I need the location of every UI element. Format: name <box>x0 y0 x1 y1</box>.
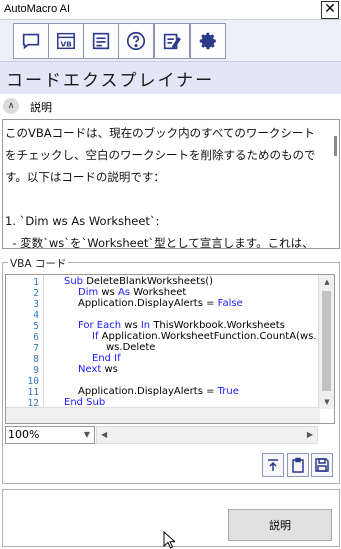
line-number-gutter: 1 2 3 4 5 6 7 8 9 10 11 12 <box>6 275 44 409</box>
close-icon[interactable]: ✕ <box>321 1 339 19</box>
code-token: ws <box>101 287 118 298</box>
code-token: Application.DisplayAlerts = <box>78 298 218 309</box>
code-token: End If <box>92 353 121 364</box>
explanation-header-label: 説明 <box>30 101 52 114</box>
code-token: ThisWorkbook.Worksheets <box>153 320 285 331</box>
code-token: DeleteBlankWorksheets() <box>86 276 214 287</box>
line-number: 9 <box>33 365 39 376</box>
checklist-icon[interactable] <box>154 23 190 59</box>
code-line-1: Sub DeleteBlankWorksheets() <box>64 276 213 287</box>
line-number: 5 <box>33 321 39 332</box>
code-token: Next <box>78 364 105 375</box>
code-line-5: For Each ws In ThisWorkbook.Worksheets <box>78 320 285 331</box>
vb-icon[interactable]: VB <box>48 23 84 59</box>
save-icon <box>315 458 329 472</box>
page-title: コードエクスプレイナー <box>6 71 215 91</box>
code-token: For Each <box>78 320 125 331</box>
line-number: 8 <box>33 354 39 365</box>
code-line-11: Application.DisplayAlerts = True <box>78 386 239 397</box>
zoom-row: 100% ▼ ◀ ▶ <box>5 426 335 444</box>
scroll-right-icon[interactable]: ▶ <box>307 427 313 443</box>
chat-icon[interactable] <box>13 23 49 59</box>
code-token: ws.Delete <box>106 342 156 353</box>
line-number: 7 <box>33 343 39 354</box>
horizontal-scrollbar[interactable]: ◀ ▶ <box>96 426 318 444</box>
scroll-up-icon[interactable]: ▲ <box>319 275 334 289</box>
code-token: As <box>117 287 134 298</box>
code-line-9: Next ws <box>78 364 118 375</box>
code-token: In <box>140 320 154 331</box>
vba-code-legend: VBA コード <box>8 256 69 271</box>
scroll-left-icon[interactable]: ◀ <box>101 427 107 443</box>
code-line-3: Application.DisplayAlerts = False <box>78 298 243 309</box>
code-token: Application.WorksheetFunction.CountA(ws. <box>101 331 317 342</box>
insert-icon <box>268 459 278 471</box>
scroll-thumb[interactable] <box>322 291 331 391</box>
line-number: 2 <box>33 288 39 299</box>
code-token: True <box>217 386 239 397</box>
code-line-6: If Application.WorksheetFunction.CountA(… <box>92 331 317 342</box>
code-horizontal-scrollbar[interactable] <box>6 407 320 423</box>
line-number: 3 <box>33 299 39 310</box>
app-title-bar: コードエクスプレイナー <box>0 62 341 94</box>
code-line-7: ws.Delete <box>106 342 155 353</box>
code-line-8: End If <box>92 353 121 364</box>
code-editor[interactable]: 1 2 3 4 5 6 7 8 9 10 11 12 Sub DeleteBla… <box>5 274 335 424</box>
line-number: 10 <box>27 376 39 387</box>
code-token: If <box>92 331 102 342</box>
window-title: AutoMacro AI <box>4 3 71 15</box>
line-number: 6 <box>33 332 39 343</box>
explanation-header[interactable]: ∧ 説明 <box>0 95 341 117</box>
code-token: Dim <box>78 287 102 298</box>
explain-button[interactable]: 説明 <box>228 509 332 541</box>
help-icon[interactable] <box>118 23 154 59</box>
code-token: Application.DisplayAlerts = <box>78 386 218 397</box>
line-number: 4 <box>33 310 39 321</box>
zoom-value: 100% <box>8 428 40 441</box>
code-line-2: Dim ws As Worksheet <box>78 287 186 298</box>
scroll-down-icon[interactable]: ▼ <box>319 395 334 409</box>
mouse-cursor-icon <box>163 531 175 549</box>
line-number: 11 <box>27 387 39 398</box>
code-token: False <box>217 298 243 309</box>
zoom-select[interactable]: 100% ▼ <box>5 426 95 444</box>
line-number: 1 <box>33 277 39 288</box>
vb-glyph: VB <box>61 40 73 49</box>
code-token: ws <box>124 320 141 331</box>
code-token: Worksheet <box>133 287 187 298</box>
code-token: Sub <box>64 276 87 287</box>
chevron-down-icon[interactable]: ▼ <box>84 427 90 443</box>
code-vertical-scrollbar[interactable]: ▲ ▼ <box>318 275 334 409</box>
list-icon[interactable] <box>83 23 119 59</box>
save-button[interactable] <box>311 453 333 477</box>
toolbar: VB <box>0 20 341 62</box>
chevron-up-icon[interactable]: ∧ <box>3 98 19 114</box>
explanation-scrollbar[interactable] <box>334 136 337 156</box>
explanation-text: このVBAコードは、現在のブック内のすべてのワークシートをチェックし、空白のワー… <box>5 126 316 249</box>
insert-code-button[interactable] <box>262 453 284 477</box>
gear-icon[interactable] <box>190 23 226 59</box>
copy-button[interactable] <box>287 453 309 477</box>
clipboard-icon <box>292 457 304 473</box>
code-token: ws <box>104 364 118 375</box>
title-bar: AutoMacro AI ✕ <box>0 0 341 20</box>
explanation-textbox[interactable]: このVBAコードは、現在のブック内のすべてのワークシートをチェックし、空白のワー… <box>2 119 340 249</box>
